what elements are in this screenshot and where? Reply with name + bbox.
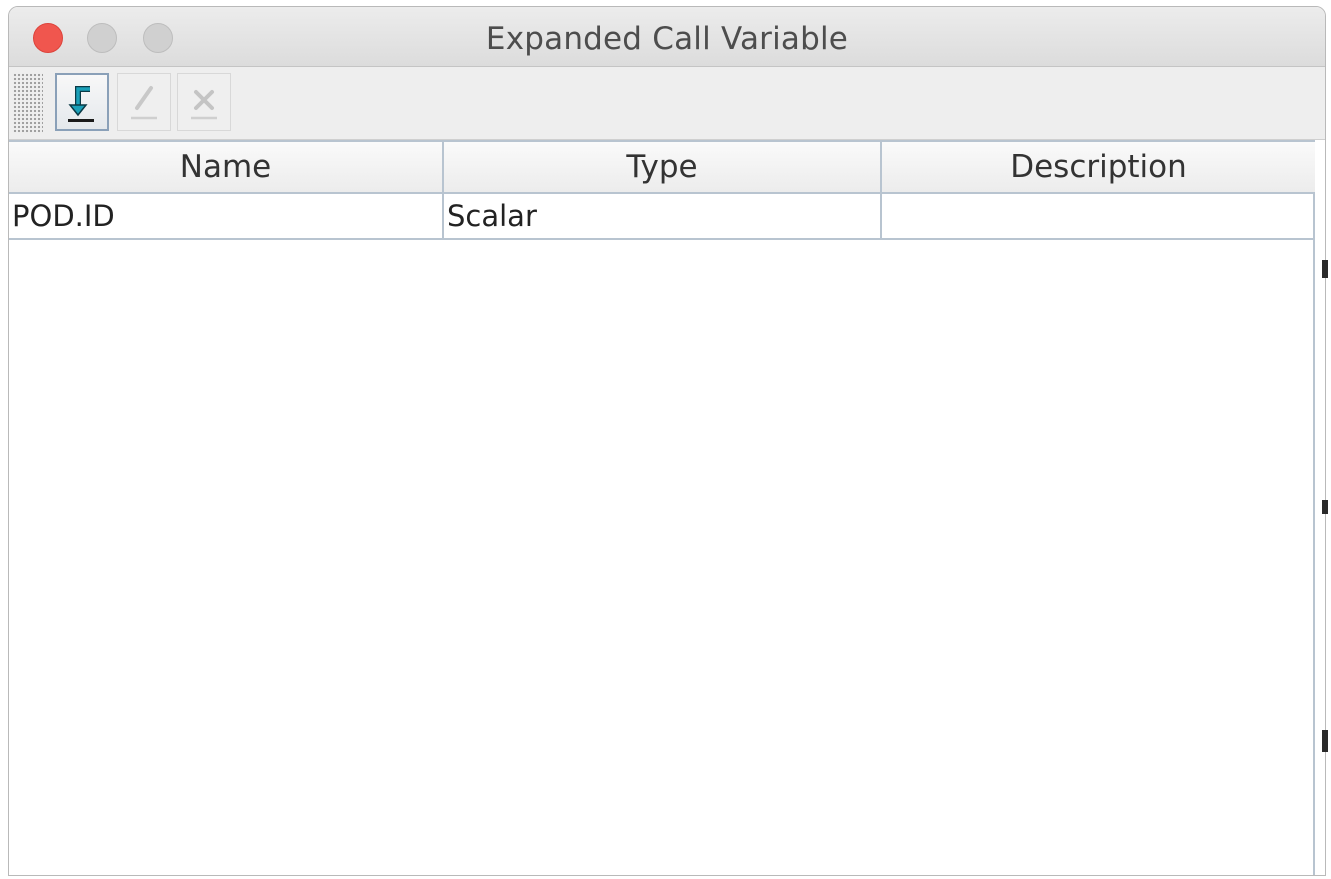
cell-name[interactable]: POD.ID [9, 194, 444, 238]
edge-mark [1322, 500, 1328, 514]
column-header-description[interactable]: Description [882, 142, 1315, 192]
import-variable-button[interactable] [55, 73, 109, 131]
edit-variable-button[interactable] [117, 73, 171, 131]
delete-x-icon [191, 90, 217, 120]
variables-table: Name Type Description POD.ID Scalar [9, 140, 1315, 875]
table-row[interactable]: POD.ID Scalar [9, 194, 1315, 240]
toolbar-grip-handle[interactable] [13, 73, 43, 133]
cell-description[interactable] [882, 194, 1315, 238]
expanded-call-variable-window: Expanded Call Variable Name Type Descrip… [8, 6, 1326, 876]
pencil-icon [131, 86, 157, 120]
title-bar[interactable]: Expanded Call Variable [9, 7, 1325, 67]
background-window-edge [1321, 200, 1329, 760]
import-arrow-icon [68, 86, 94, 122]
column-header-type[interactable]: Type [444, 142, 882, 192]
column-header-name[interactable]: Name [9, 142, 444, 192]
cell-type[interactable]: Scalar [444, 194, 882, 238]
edge-mark [1322, 730, 1328, 752]
window-title: Expanded Call Variable [485, 21, 849, 57]
edge-mark [1322, 260, 1328, 278]
table-header: Name Type Description [9, 140, 1315, 194]
delete-variable-button[interactable] [177, 73, 231, 131]
toolbar [9, 67, 1325, 140]
